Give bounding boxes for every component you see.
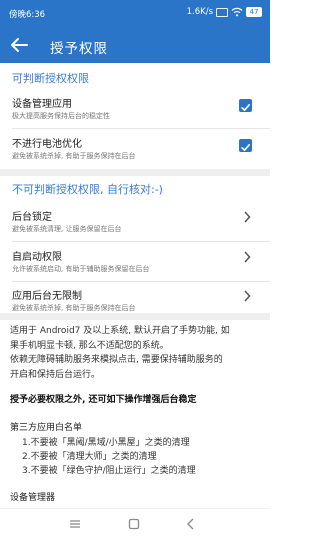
back-arrow-icon[interactable] [8,35,30,55]
status-bar: 傍晚6:36 1.6K/s 47 [0,0,270,27]
checkmark-icon [241,104,250,111]
row-sub: 避免被系统清理, 让服务保留在后台 [12,225,122,233]
device-admin-title: 设备管理器 [10,493,56,503]
row-label: 设备管理应用 [12,99,72,110]
whitelist-item: 1.不要被「黑阈/黑域/小黑屋」之类的清理 [22,438,190,448]
whitelist-item: 2.不要被「清理大师」之类的清理 [22,452,157,462]
divider [12,128,270,129]
status-indicators: 1.6K/s 47 [187,7,262,17]
row-battery-optimization[interactable]: 不进行电池优化 避免被系统杀掉, 有助于服务保持在后台 [0,135,270,167]
info-line: 开启和保持后台运行。 [10,369,101,380]
row-autostart[interactable]: 自启动权限 允许被系统启动, 有助于辅助服务保留在后台 [0,248,270,280]
permissions-content[interactable]: 可判断授权权限 设备管理应用 极大提高服务保持后台的稳定性 不进行电池优化 避免… [0,63,270,508]
back-icon[interactable] [184,517,198,531]
info-paragraph: 适用于 Android7 及以上系统, 默认开启了手势功能, 如 果手机明显卡顿… [10,324,266,382]
row-sub: 极大提高服务保持后台的稳定性 [12,112,110,120]
checkmark-icon [241,144,250,151]
info-line: 适用于 Android7 及以上系统, 默认开启了手势功能, 如 [10,326,230,336]
info-line: 果手机明显卡顿, 那么不适配您的系统。 [10,340,169,351]
whitelist-item: 3.不要被「绿色守护/阻止运行」之类的清理 [22,466,196,476]
section-separator [0,313,270,320]
whitelist-title: 第三方应用白名单 [10,423,83,433]
home-icon[interactable] [127,517,141,531]
section-title-checkable: 可判断授权权限 [12,72,89,85]
row-label: 后台锁定 [12,212,52,223]
status-time: 傍晚6:36 [9,10,46,20]
divider [12,281,270,282]
app-toolbar: 授予权限 [0,27,270,63]
system-nav-bar [0,508,270,539]
row-device-admin[interactable]: 设备管理应用 极大提高服务保持后台的稳定性 [0,95,270,127]
checkbox-battery-optimization[interactable] [239,139,252,152]
chevron-right-icon [244,251,251,263]
row-sub: 避免被系统杀掉, 有助于服务保持在后台 [12,152,136,160]
chevron-right-icon [244,290,251,302]
row-background-lock[interactable]: 后台锁定 避免被系统清理, 让服务保留在后台 [0,208,270,240]
info-line: 依赖无障碍辅助服务来模拟点击, 需要保持辅助服务的 [10,355,223,365]
section-title-manual: 不可判断授权权限, 自行核对:-) [12,183,163,196]
signal-icon [216,7,228,17]
row-label: 应用后台无限制 [12,291,82,302]
divider [12,241,270,242]
battery-icon: 47 [246,7,262,17]
wifi-icon [231,7,243,17]
network-speed: 1.6K/s [186,7,213,17]
row-label: 自启动权限 [12,252,62,263]
chevron-right-icon [244,211,251,223]
page-title: 授予权限 [50,41,108,57]
row-sub: 避免被系统杀掉, 有助于服务保持在后台 [12,304,136,312]
menu-icon[interactable] [68,517,82,531]
checkbox-device-admin[interactable] [239,99,252,112]
row-sub: 允许被系统启动, 有助于辅助服务保留在后台 [12,265,150,273]
section-separator [0,169,270,176]
stability-heading: 授予必要权限之外, 还可如下操作增强后台稳定 [10,395,197,405]
row-label: 不进行电池优化 [12,139,82,150]
